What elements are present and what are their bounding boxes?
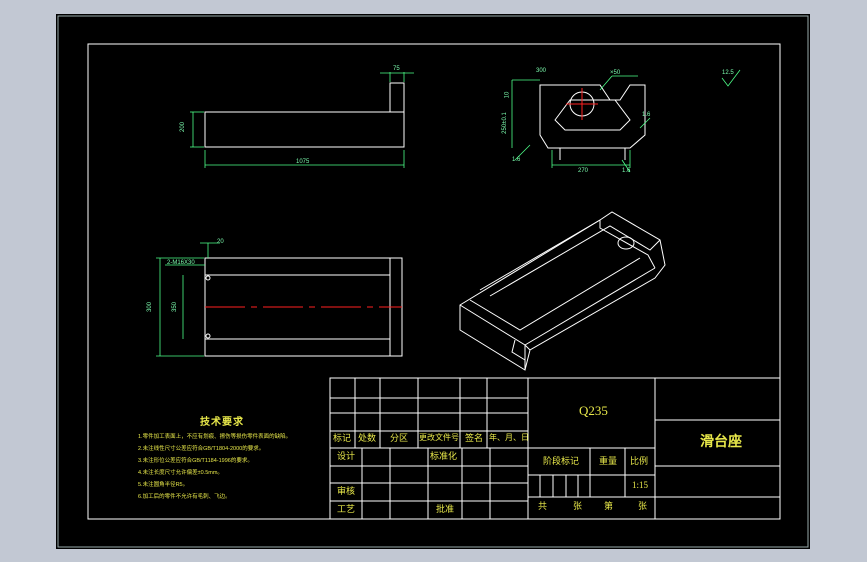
tb-sheet-no: 第 — [604, 501, 614, 511]
tb-total: 共 — [538, 501, 548, 511]
tb-review: 审核 — [337, 486, 356, 496]
tb-signature: 签名 — [465, 433, 484, 443]
dim-top-width: 75 — [393, 66, 400, 72]
tech-item: 3.未注形位公差应符合GB/T1184-1996的要求。 — [138, 458, 253, 464]
dim-side-chamfer-left: 1.6 — [512, 157, 521, 163]
tb-mark: 标记 — [333, 433, 352, 443]
tech-item: 6.加工后的零件不允许有毛刺、飞边。 — [138, 494, 231, 500]
tb-scale-value: 1:15 — [632, 480, 649, 490]
dim-front-offset: 20 — [217, 239, 224, 245]
tb-sheets-2: 张 — [638, 501, 648, 511]
tb-process: 工艺 — [337, 504, 356, 514]
tb-approve: 批准 — [436, 504, 455, 514]
dim-front-hole: 2-M16X30 — [167, 260, 195, 266]
tech-item: 1.零件加工表面上，不应有划痕、擦伤等损伤零件表面的缺陷。 — [138, 434, 292, 440]
part-name: 滑台座 — [700, 435, 742, 450]
tech-title: 技术要求 — [200, 417, 244, 428]
dim-side-top: 300 — [536, 68, 547, 74]
tb-standardization: 标准化 — [430, 451, 458, 461]
dim-side-chamfer-right: 1.6 — [642, 112, 651, 118]
tb-count: 处数 — [358, 433, 377, 443]
dim-side-bevel-right: 1.6 — [622, 168, 631, 174]
tb-sheets: 张 — [573, 501, 583, 511]
dim-front-inner: 350 — [172, 301, 179, 313]
tb-date: 年、月、日 — [489, 433, 529, 442]
tb-scale: 比例 — [630, 456, 649, 466]
tech-item: 5.未注圆角半径R5。 — [138, 482, 189, 488]
dim-side-height: 10 — [504, 91, 511, 99]
tb-change-doc: 更改文件号 — [419, 433, 459, 442]
roughness-value: 12.5 — [722, 70, 734, 76]
drawing-canvas — [0, 0, 867, 562]
dim-side-left: 250±0.1 — [501, 112, 508, 134]
dim-side-bottom: 270 — [578, 168, 589, 174]
tb-weight: 重量 — [599, 456, 618, 466]
dim-side-hole: ×50 — [610, 70, 621, 76]
tb-stage-mark: 阶段标记 — [543, 456, 580, 466]
tech-item: 4.未注长度尺寸允许偏差±0.5mm。 — [138, 470, 223, 476]
tb-zone: 分区 — [390, 433, 409, 443]
material-label: Q235 — [579, 403, 608, 418]
paper-sheet — [56, 14, 810, 549]
dim-top-height: 200 — [180, 121, 187, 133]
dim-top-length: 1075 — [296, 159, 310, 165]
tb-design: 设计 — [337, 451, 356, 461]
tech-item: 2.未注线性尺寸公差应符合GB/T1804-2000的要求。 — [138, 446, 265, 452]
dim-front-height: 300 — [147, 301, 154, 313]
